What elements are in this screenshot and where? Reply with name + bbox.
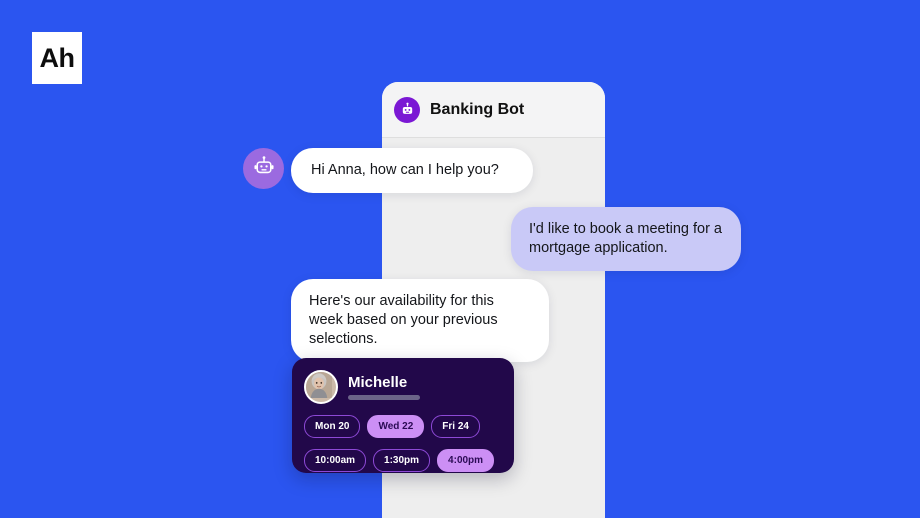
time-chip-row: 10:00am 1:30pm 4:00pm bbox=[304, 449, 502, 472]
date-chip-wed[interactable]: Wed 22 bbox=[367, 415, 425, 438]
time-chip-130pm[interactable]: 1:30pm bbox=[373, 449, 431, 472]
booking-card: Michelle Mon 20 Wed 22 Fri 24 10:00am 1:… bbox=[292, 358, 514, 473]
robot-icon bbox=[394, 96, 420, 123]
booking-agent-subtitle-placeholder bbox=[348, 394, 420, 400]
date-chip-fri[interactable]: Fri 24 bbox=[431, 415, 480, 438]
booking-agent-name: Michelle bbox=[348, 373, 408, 391]
screenshot-stage: Ah Banking Bot Hi Anna, how can I help y… bbox=[0, 0, 920, 518]
booking-agent-meta: Michelle bbox=[348, 375, 420, 400]
booking-agent: Michelle bbox=[304, 370, 502, 404]
date-chip-row: Mon 20 Wed 22 Fri 24 bbox=[304, 415, 502, 438]
date-chip-mon[interactable]: Mon 20 bbox=[304, 415, 361, 438]
user-photo-avatar bbox=[304, 370, 338, 404]
time-chip-400pm[interactable]: 4:00pm bbox=[437, 449, 495, 472]
robot-icon bbox=[253, 155, 275, 182]
chat-message-bot-greeting: Hi Anna, how can I help you? bbox=[291, 148, 533, 194]
chat-panel-header: Banking Bot bbox=[382, 82, 605, 138]
brand-logo-text: Ah bbox=[39, 42, 76, 73]
chat-panel-title: Banking Bot bbox=[430, 100, 525, 118]
brand-logo: Ah bbox=[32, 32, 82, 84]
chat-message-bot-availability: Here's our availability for this week ba… bbox=[291, 279, 549, 363]
chat-message-user-request: I'd like to book a meeting for a mortgag… bbox=[511, 207, 741, 272]
bot-avatar bbox=[243, 148, 284, 189]
time-chip-1000am[interactable]: 10:00am bbox=[304, 449, 367, 472]
